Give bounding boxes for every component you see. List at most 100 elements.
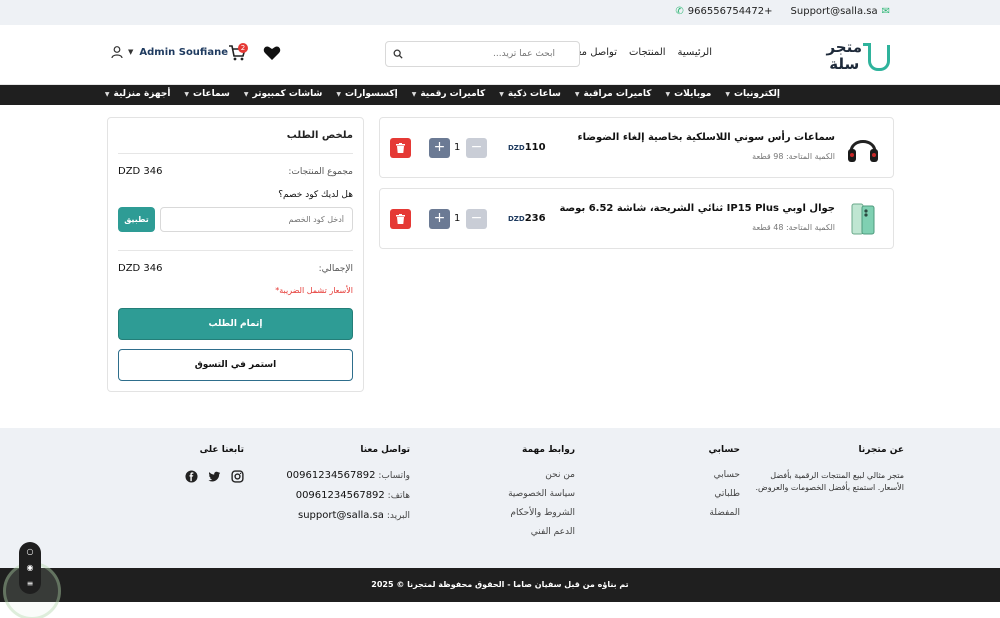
nav-home[interactable]: الرئيسية (678, 47, 712, 58)
decrease-qty-button[interactable]: − (466, 138, 487, 158)
menu-icon[interactable]: ≡ (25, 579, 35, 589)
category-item[interactable]: إكسسوارات ▼ (336, 89, 397, 99)
chevron-down-icon: ▼ (243, 90, 249, 98)
chevron-down-icon: ▼ (104, 90, 110, 98)
total-label: الإجمالي: (318, 264, 353, 274)
search-input[interactable] (405, 45, 555, 63)
chat-icon[interactable]: ○ (25, 547, 35, 557)
item-title[interactable]: سماعات رأس سوني اللاسلكية بخاصية إلغاء ا… (578, 132, 836, 143)
footer-link[interactable]: طلباتي (708, 489, 740, 499)
item-price-value: 110 (524, 142, 546, 153)
category-item[interactable]: كاميرات رقمية ▼ (412, 89, 486, 99)
item-availability: الكمية المتاحة: 48 قطعة (752, 223, 835, 232)
chevron-down-icon: ▼ (665, 90, 671, 98)
phone-image (851, 203, 875, 235)
footer-account: حسابي حسابي طلباتي المفضلة (708, 445, 740, 527)
top-phone[interactable]: ✆ 966556754472+ (675, 6, 772, 17)
footer-link[interactable]: الدعم الفني (508, 527, 575, 537)
phone-icon: ✆ (675, 6, 684, 17)
top-email-text: Support@salla.sa (790, 6, 878, 17)
user-menu[interactable]: ▼ Admin Soufiane (110, 45, 228, 59)
logo-cart-icon (863, 43, 890, 71)
footer-contact-row[interactable]: واتساب: 00961234567892 (286, 470, 410, 481)
chevron-down-icon: ▼ (499, 90, 504, 98)
decrease-qty-button[interactable]: − (466, 209, 487, 229)
remove-item-button[interactable] (390, 138, 411, 158)
item-availability: الكمية المتاحة: 98 قطعة (752, 152, 835, 161)
footer-links-title: روابط مهمة (521, 445, 575, 455)
coupon-question: هل لديك كود خصم؟ (278, 190, 353, 200)
footer-link[interactable]: من نحن (508, 470, 575, 480)
footer-link[interactable]: حسابي (708, 470, 740, 480)
category-item[interactable]: شاشات كمبيوتر ▼ (244, 89, 323, 99)
category-item[interactable]: سماعات ▼ (184, 89, 229, 99)
chevron-down-icon: ▼ (336, 90, 341, 98)
chevron-down-icon: ▼ (128, 48, 134, 56)
increase-qty-button[interactable]: + (429, 138, 450, 158)
category-label: سماعات (193, 89, 230, 99)
copyright-bar: تم بناؤه من قبل سفيان صاما - الحقوق محفو… (0, 568, 1000, 602)
coupon-input[interactable] (160, 207, 353, 232)
category-label: شاشات كمبيوتر (252, 89, 323, 99)
tax-note: الأسعار تشمل الضريبة* (275, 286, 353, 295)
item-price: DZD236 (508, 213, 546, 224)
eye-icon[interactable]: ◉ (25, 563, 35, 573)
instagram-icon[interactable] (231, 470, 244, 483)
category-label: إكسسوارات (345, 89, 398, 99)
subtotal-value: DZD 346 (118, 166, 163, 177)
headphones-image (848, 140, 878, 162)
trash-icon (396, 143, 405, 153)
footer-link[interactable]: الشروط والأحكام (508, 508, 575, 518)
item-price: DZD110 (508, 142, 546, 153)
order-summary: ملخص الطلب مجموع المنتجات: DZD 346 هل لد… (107, 117, 364, 392)
continue-shopping-button[interactable]: استمر في التسوق (118, 349, 353, 381)
category-item[interactable]: إلكترونيات ▼ (725, 89, 780, 99)
footer-follow-title: تابعنا على (199, 445, 244, 455)
apply-coupon-button[interactable]: تطبيق (118, 207, 155, 232)
contact-label: واتساب: (378, 471, 410, 481)
facebook-icon[interactable] (185, 470, 198, 483)
footer-contact-title: تواصل معنا (360, 445, 410, 455)
search-icon[interactable] (393, 49, 403, 59)
accessibility-widget[interactable]: ○ ◉ ≡ (19, 542, 41, 594)
category-item[interactable]: كاميرات مراقبة ▼ (575, 89, 652, 99)
item-qty: 1 (454, 142, 461, 153)
footer-contact-row[interactable]: هاتف: 00961234567892 (286, 490, 410, 501)
site-header: متجر سلة الرئيسية المنتجات تواصل معنا ▼ … (0, 25, 1000, 85)
category-label: أجهزة منزلية (113, 89, 171, 99)
top-email[interactable]: Support@salla.sa ✉ (791, 6, 890, 17)
footer-links: روابط مهمة من نحن سياسة الخصوصية الشروط … (508, 445, 575, 546)
category-label: كاميرات مراقبة (583, 89, 652, 99)
chevron-down-icon: ▼ (574, 90, 580, 98)
footer-about-text: متجر مثالي لبيع المنتجات الرقمية بأفضل ا… (755, 471, 904, 492)
footer-about-title: عن متجرنا (858, 445, 904, 455)
heart-icon[interactable] (263, 45, 281, 61)
category-nav: إلكترونيات ▼ موبايلات ▼ كاميرات مراقبة ▼ سا… (0, 85, 1000, 105)
category-label: ساعات ذكية (507, 89, 561, 99)
contact-label: البريد: (386, 511, 410, 521)
increase-qty-button[interactable]: + (429, 209, 450, 229)
item-title[interactable]: جوال اوبي IP15 Plus ثنائي الشريحة، شاشة … (559, 203, 835, 214)
category-item[interactable]: ساعات ذكية ▼ (499, 89, 561, 99)
item-qty: 1 (454, 213, 461, 224)
footer-link[interactable]: المفضلة (708, 508, 740, 518)
checkout-button[interactable]: إتمام الطلب (118, 308, 353, 340)
category-item[interactable]: أجهزة منزلية ▼ (105, 89, 171, 99)
top-phone-text: 966556754472+ (687, 6, 773, 17)
item-currency: DZD (508, 144, 525, 152)
contact-value: support@salla.sa (298, 510, 384, 521)
cart-count-badge: 2 (238, 43, 248, 53)
main-nav: الرئيسية المنتجات تواصل معنا (571, 47, 712, 58)
category-item[interactable]: موبايلات ▼ (665, 89, 711, 99)
mail-icon: ✉ (881, 6, 890, 17)
contact-value: 00961234567892 (286, 470, 376, 481)
top-contacts: ✆ 966556754472+ Support@salla.sa ✉ (675, 6, 890, 17)
footer-link[interactable]: سياسة الخصوصية (508, 489, 575, 499)
cart-item: سماعات رأس سوني اللاسلكية بخاصية إلغاء ا… (379, 117, 894, 178)
site-logo[interactable]: متجر سلة (810, 39, 890, 75)
nav-products[interactable]: المنتجات (629, 47, 666, 58)
twitter-icon[interactable] (208, 470, 221, 483)
footer-contact-row[interactable]: البريد: support@salla.sa (286, 510, 410, 521)
item-price-value: 236 (524, 213, 546, 224)
remove-item-button[interactable] (390, 209, 411, 229)
